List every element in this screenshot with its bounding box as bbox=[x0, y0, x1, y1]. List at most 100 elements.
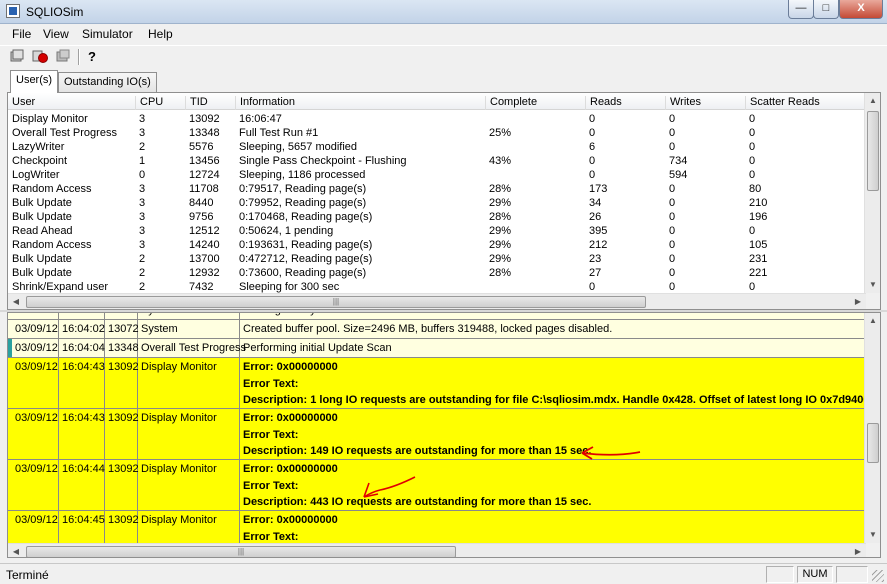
menu-simulator[interactable]: Simulator bbox=[82, 27, 133, 41]
column-header-tid[interactable]: TID bbox=[185, 96, 208, 110]
scroll-right-arrow-icon[interactable]: ▶ bbox=[850, 294, 866, 309]
save-icon[interactable] bbox=[54, 48, 72, 66]
log-row[interactable]: 03/09/1216:04:0213092SystemStarting test… bbox=[8, 313, 866, 320]
log-cell-user: Overall Test Progress bbox=[138, 339, 246, 357]
tab-users[interactable]: User(s) bbox=[10, 70, 59, 93]
menu-help[interactable]: Help bbox=[148, 27, 173, 41]
cell-reads: 173 bbox=[589, 183, 608, 195]
users-header: User CPU TID Information Complete Reads … bbox=[8, 93, 866, 110]
start-icon[interactable] bbox=[8, 48, 26, 66]
user-row[interactable]: Overall Test Progress 3 13348 Full Test Run… bbox=[8, 126, 866, 140]
scroll-left-arrow-icon[interactable]: ◀ bbox=[8, 544, 24, 557]
log-row[interactable]: 03/09/12 16:04:43 13092 Display Monitor Erro… bbox=[8, 358, 866, 409]
cell-cpu: 2 bbox=[139, 267, 146, 279]
cell-tid: 11708 bbox=[189, 183, 219, 195]
log-message-line: Starting test cycle bbox=[243, 313, 866, 319]
maximize-button[interactable]: □ bbox=[813, 0, 839, 19]
log-cell-tid: 13092 bbox=[105, 460, 139, 510]
user-row[interactable]: Display Monitor 3 13092 16:06:47 0 0 0 bbox=[8, 112, 866, 126]
log-cell-tid: 13072 bbox=[105, 320, 139, 338]
scroll-down-arrow-icon[interactable]: ▼ bbox=[865, 277, 880, 293]
cell-tid: 9756 bbox=[189, 211, 214, 223]
log-row[interactable]: 03/09/12 16:04:04 13348 Overall Test Progre… bbox=[8, 339, 866, 358]
scroll-up-arrow-icon[interactable]: ▲ bbox=[865, 313, 880, 329]
user-row[interactable]: Shrink/Expand user 2 7432 Sleeping for 300 … bbox=[8, 280, 866, 293]
column-header-user[interactable]: User bbox=[8, 96, 35, 110]
cell-reads: 395 bbox=[589, 225, 608, 237]
user-row[interactable]: Bulk Update 2 13700 0:472712, Reading page(… bbox=[8, 252, 866, 266]
cell-complete: 29% bbox=[489, 197, 512, 209]
cell-writes: 0 bbox=[669, 183, 676, 195]
cell-writes: 594 bbox=[669, 169, 688, 181]
users-vertical-scrollbar[interactable]: ▲ ▼ bbox=[864, 93, 880, 293]
status-panel-1 bbox=[766, 566, 794, 583]
user-row[interactable]: Read Ahead 3 12512 0:50624, 1 pending 29% 395… bbox=[8, 224, 866, 238]
log-row[interactable]: 03/09/12 16:04:43 13092 Display Monitor Erro… bbox=[8, 409, 866, 460]
help-icon[interactable]: ? bbox=[83, 48, 101, 66]
cell-reads: 0 bbox=[589, 281, 596, 293]
cell-writes: 0 bbox=[669, 253, 676, 265]
log-horizontal-scrollbar[interactable]: ◀ ||| ▶ bbox=[8, 543, 866, 557]
user-row[interactable]: LazyWriter 2 5576 Sleeping, 5657 modified 6 0… bbox=[8, 140, 866, 154]
scroll-down-arrow-icon[interactable]: ▼ bbox=[865, 527, 880, 543]
menu-bar: File View Simulator Help bbox=[0, 25, 887, 44]
user-row[interactable]: Bulk Update 3 8440 0:79952, Reading page(s)… bbox=[8, 196, 866, 210]
log-cell-date: 03/09/12 bbox=[12, 460, 59, 510]
log-message-line: Performing initial Update Scan bbox=[243, 342, 392, 354]
tab-outstanding-ios[interactable]: Outstanding IO(s) bbox=[58, 72, 157, 92]
log-cell-message: Created buffer pool. Size=2496 MB, buffe… bbox=[240, 320, 866, 338]
stop-icon[interactable] bbox=[31, 48, 49, 66]
log-message-line: Error: 0x00000000 bbox=[243, 412, 338, 424]
scrollbar-thumb[interactable] bbox=[867, 423, 879, 463]
minimize-button[interactable]: — bbox=[788, 0, 814, 19]
scroll-right-arrow-icon[interactable]: ▶ bbox=[850, 544, 866, 557]
menu-view[interactable]: View bbox=[43, 27, 69, 41]
log-cell-user: Display Monitor bbox=[138, 409, 240, 459]
cell-writes: 0 bbox=[669, 141, 676, 153]
cell-writes: 0 bbox=[669, 113, 676, 125]
user-row[interactable]: Checkpoint 1 13456 Single Pass Checkpoint -… bbox=[8, 154, 866, 168]
log-cell-message: Performing initial Update Scan bbox=[240, 339, 866, 357]
column-header-information[interactable]: Information bbox=[235, 96, 295, 110]
log-row[interactable]: 03/09/12 16:04:45 13092 Display Monitor Erro… bbox=[8, 511, 866, 543]
cell-user: LogWriter bbox=[12, 169, 60, 181]
user-row[interactable]: LogWriter 0 12724 Sleeping, 1186 processed 0… bbox=[8, 168, 866, 182]
log-cell-message: Error: 0x00000000 Error Text: Description:… bbox=[240, 460, 866, 510]
cell-user: Random Access bbox=[12, 183, 92, 195]
close-button[interactable]: X bbox=[839, 0, 883, 19]
scrollbar-thumb[interactable]: ||| bbox=[26, 546, 456, 557]
cell-reads: 0 bbox=[589, 169, 596, 181]
cell-tid: 12932 bbox=[189, 267, 220, 279]
log-cell-time: 16:04:43 bbox=[59, 409, 105, 459]
log-cell-time: 16:04:04 bbox=[59, 339, 105, 357]
log-cell-message: Error: 0x00000000 Error Text: Description:… bbox=[240, 409, 866, 459]
cell-scatter-reads: 0 bbox=[749, 141, 756, 153]
status-panel-3 bbox=[836, 566, 868, 583]
column-header-cpu[interactable]: CPU bbox=[135, 96, 163, 110]
log-vertical-scrollbar[interactable]: ▲ ▼ bbox=[864, 313, 880, 543]
column-header-scatter-reads[interactable]: Scatter Reads bbox=[745, 96, 820, 110]
column-header-complete[interactable]: Complete bbox=[485, 96, 537, 110]
cell-cpu: 3 bbox=[139, 183, 146, 195]
scrollbar-thumb[interactable]: ||| bbox=[26, 296, 646, 308]
menu-file[interactable]: File bbox=[12, 27, 31, 41]
cell-scatter-reads: 221 bbox=[749, 267, 768, 279]
user-row[interactable]: Random Access 3 11708 0:79517, Reading page… bbox=[8, 182, 866, 196]
user-row[interactable]: Random Access 3 14240 0:193631, Reading pag… bbox=[8, 238, 866, 252]
resize-grip-icon[interactable] bbox=[872, 570, 884, 582]
cell-cpu: 3 bbox=[139, 113, 146, 125]
cell-tid: 12724 bbox=[189, 169, 220, 181]
log-row[interactable]: 03/09/12 16:04:02 13072 System Created buffe… bbox=[8, 320, 866, 339]
log-message-line: Error: 0x00000000 bbox=[243, 463, 338, 475]
user-row[interactable]: Bulk Update 3 9756 0:170468, Reading page(s… bbox=[8, 210, 866, 224]
log-row[interactable]: 03/09/12 16:04:44 13092 Display Monitor Erro… bbox=[8, 460, 866, 511]
column-header-reads[interactable]: Reads bbox=[585, 96, 622, 110]
column-header-writes[interactable]: Writes bbox=[665, 96, 701, 110]
cell-writes: 0 bbox=[669, 197, 676, 209]
scroll-left-arrow-icon[interactable]: ◀ bbox=[8, 294, 24, 309]
scrollbar-thumb[interactable] bbox=[867, 111, 879, 191]
status-bar: Terminé NUM bbox=[0, 563, 887, 584]
scroll-up-arrow-icon[interactable]: ▲ bbox=[865, 93, 880, 109]
users-horizontal-scrollbar[interactable]: ◀ ||| ▶ bbox=[8, 293, 866, 309]
user-row[interactable]: Bulk Update 2 12932 0:73600, Reading page(s… bbox=[8, 266, 866, 280]
